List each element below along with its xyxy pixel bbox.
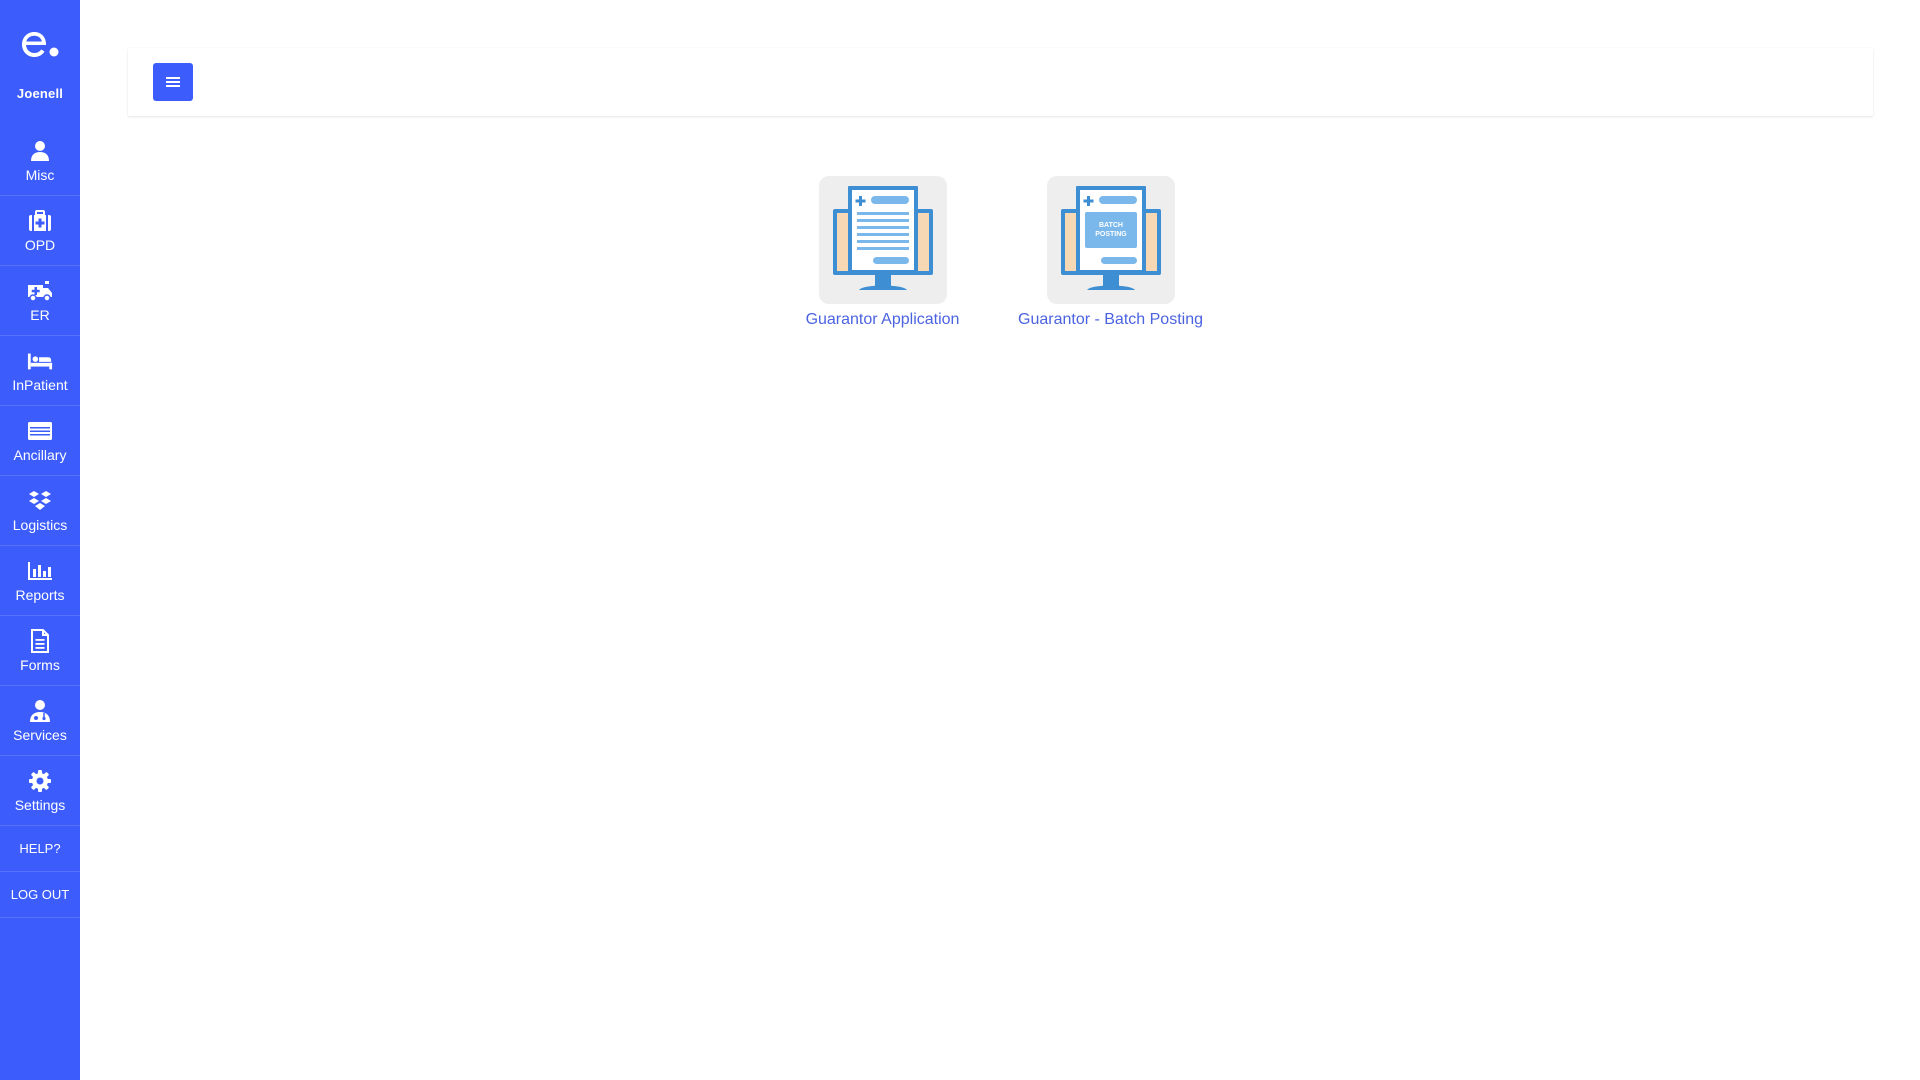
sidebar-item-er[interactable]: ER bbox=[0, 266, 80, 336]
sidebar-item-label: Settings bbox=[14, 797, 66, 813]
sidebar-item-forms[interactable]: Forms bbox=[0, 616, 80, 686]
medical-kit-icon bbox=[27, 208, 53, 234]
help-link[interactable]: HELP? bbox=[0, 826, 80, 872]
sidebar-item-services[interactable]: Services bbox=[0, 686, 80, 756]
document-icon bbox=[27, 628, 53, 654]
tile-thumbnail[interactable]: BATCH POSTING bbox=[1046, 176, 1175, 304]
tile-guarantor-application[interactable]: Guarantor Application bbox=[790, 176, 975, 329]
sidebar-item-label: ER bbox=[30, 307, 50, 323]
logout-link[interactable]: LOG OUT bbox=[0, 872, 80, 918]
sidebar-item-label: Forms bbox=[20, 657, 60, 673]
monitor-document-icon bbox=[832, 186, 933, 290]
sidebar-item-label: Ancillary bbox=[13, 447, 67, 463]
tile-guarantor-batch-posting[interactable]: BATCH POSTING Guarantor - Batch Posting bbox=[1018, 176, 1203, 329]
sidebar-item-ancillary[interactable]: Ancillary bbox=[0, 406, 80, 476]
sidebar-item-settings[interactable]: Settings bbox=[0, 756, 80, 826]
sidebar-item-label: Logistics bbox=[12, 517, 68, 533]
sidebar-item-label: Reports bbox=[15, 587, 65, 603]
tile-caption[interactable]: Guarantor - Batch Posting bbox=[1018, 311, 1203, 329]
hamburger-icon bbox=[166, 77, 180, 87]
sidebar: Joenell Misc OPD ER InPatient Ancillary bbox=[0, 0, 80, 1080]
sidebar-item-label: Misc bbox=[25, 167, 55, 183]
tile-caption[interactable]: Guarantor Application bbox=[806, 311, 960, 329]
bar-chart-icon bbox=[27, 558, 53, 584]
module-tiles: Guarantor Application BATCH POSTING Guara… bbox=[790, 176, 1203, 329]
sidebar-item-misc[interactable]: Misc bbox=[0, 126, 80, 196]
top-bar bbox=[128, 48, 1873, 116]
gear-icon bbox=[27, 768, 53, 794]
username: Joenell bbox=[16, 86, 64, 101]
app-logo[interactable] bbox=[0, 0, 80, 86]
ambulance-icon bbox=[27, 278, 53, 304]
user-icon bbox=[27, 138, 53, 164]
tile-thumbnail[interactable] bbox=[818, 176, 947, 304]
e-dot-logo-icon bbox=[22, 32, 59, 57]
doctor-icon bbox=[27, 698, 53, 724]
sidebar-toggle-button[interactable] bbox=[153, 63, 193, 101]
sidebar-item-logistics[interactable]: Logistics bbox=[0, 476, 80, 546]
sidebar-item-label: Services bbox=[13, 727, 67, 743]
sidebar-item-reports[interactable]: Reports bbox=[0, 546, 80, 616]
sidebar-item-opd[interactable]: OPD bbox=[0, 196, 80, 266]
boxes-icon bbox=[27, 488, 53, 514]
list-card-icon bbox=[27, 418, 53, 444]
bed-icon bbox=[27, 348, 53, 374]
sidebar-item-label: InPatient bbox=[12, 377, 68, 393]
sidebar-item-inpatient[interactable]: InPatient bbox=[0, 336, 80, 406]
sidebar-item-label: OPD bbox=[24, 237, 56, 253]
monitor-batch-posting-icon: BATCH POSTING bbox=[1060, 186, 1161, 290]
